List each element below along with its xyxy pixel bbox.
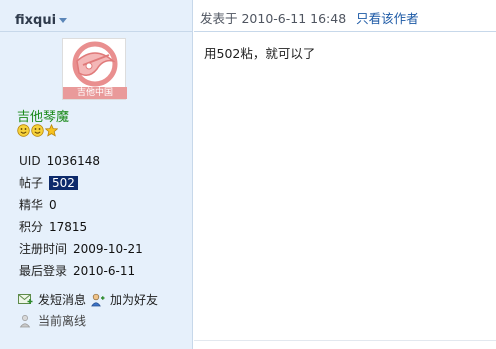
post-main: 发表于 2010-6-11 16:48 只看该作者 用502粘，就可以了 (194, 0, 496, 349)
rank-badges (17, 124, 58, 137)
stat-value: 0 (49, 198, 57, 212)
stat-label: 帖子 (19, 176, 44, 190)
stat-registered: 注册时间 2009-10-21 (19, 238, 143, 260)
avatar[interactable]: 吉他中国 (62, 38, 127, 100)
stat-value: 1036148 (46, 154, 101, 168)
stat-last-login: 最后登录 2010-6-11 (19, 260, 143, 282)
divider (194, 340, 496, 341)
only-author-link[interactable]: 只看该作者 (356, 11, 419, 26)
add-friend-link[interactable]: 加为好友 (110, 291, 158, 308)
action-row: 发短消息 加为好友 (18, 289, 162, 310)
avatar-caption: 吉他中国 (63, 87, 127, 99)
post-timestamp: 发表于 2010-6-11 16:48 (200, 11, 347, 26)
stat-label: 积分 (19, 220, 44, 234)
message-icon[interactable] (18, 293, 33, 307)
divider (0, 31, 193, 32)
action-row: 当前离线 (18, 310, 162, 331)
stat-value-selected: 502 (49, 176, 78, 190)
smile-icon (31, 124, 44, 137)
post-content: 用502粘，就可以了 (204, 46, 316, 61)
add-friend-icon[interactable] (90, 293, 105, 307)
author-name[interactable]: fixqui (15, 13, 56, 28)
divider (194, 31, 496, 32)
stat-value: 17815 (49, 220, 88, 234)
stat-value: 2010-6-11 (73, 264, 136, 278)
stat-points: 积分 17815 (19, 216, 143, 238)
send-message-link[interactable]: 发短消息 (38, 291, 86, 308)
offline-user-icon (18, 314, 33, 328)
author-header[interactable]: fixqui (15, 10, 68, 30)
rank-title: 吉他琴魔 (17, 110, 70, 125)
stat-label: UID (19, 154, 41, 168)
author-stats: UID 1036148 帖子 502 精华 0 积分 17815 注册时间 20… (19, 150, 143, 282)
smile-icon (17, 124, 30, 137)
online-status: 当前离线 (38, 314, 87, 328)
stat-label: 最后登录 (19, 264, 68, 278)
star-icon (45, 124, 58, 137)
stat-posts: 帖子 502 (19, 172, 143, 194)
stat-label: 精华 (19, 198, 44, 212)
author-sidebar: fixqui 吉他中国 吉他琴魔 UID 1036148 帖子 502 精华 0… (0, 0, 193, 349)
guitar-logo-icon (72, 41, 118, 87)
stat-uid: UID 1036148 (19, 150, 143, 172)
stat-label: 注册时间 (19, 242, 68, 256)
chevron-down-icon[interactable] (59, 18, 68, 23)
post-meta: 发表于 2010-6-11 16:48 只看该作者 (200, 8, 419, 27)
author-actions: 发短消息 加为好友 当前离线 (18, 289, 162, 331)
stat-digest: 精华 0 (19, 194, 143, 216)
stat-value: 2009-10-21 (73, 242, 143, 256)
